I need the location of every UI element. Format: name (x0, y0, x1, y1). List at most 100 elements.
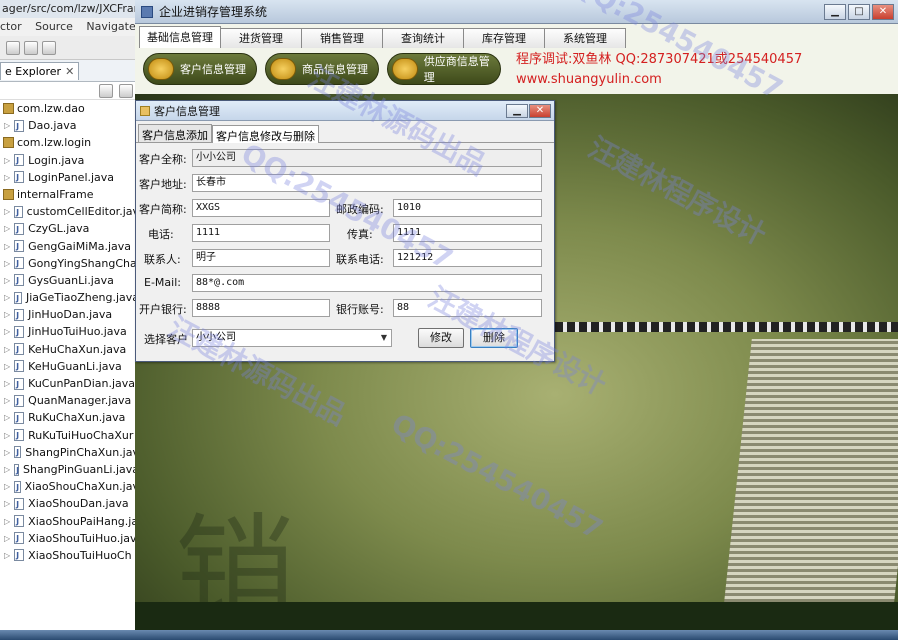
expand-arrow-icon[interactable]: ▷ (4, 152, 10, 169)
tree-package[interactable]: com.lzw.dao (0, 100, 139, 117)
frame-close-button[interactable]: ✕ (529, 103, 551, 118)
tree-file[interactable]: ▷ XiaoShouTuiHuo.jav (0, 530, 139, 547)
tree-file[interactable]: ▷ Login.java (0, 152, 139, 169)
tree-file[interactable]: ▷ LoginPanel.java (0, 169, 139, 186)
expand-arrow-icon[interactable]: ▷ (4, 272, 10, 289)
expand-arrow-icon[interactable]: ▷ (4, 169, 10, 186)
expand-arrow-icon[interactable]: ▷ (4, 255, 10, 272)
collapse-all-icon[interactable] (99, 83, 113, 98)
frame-minimize-button[interactable]: ▁ (506, 103, 528, 118)
java-file-icon (14, 513, 25, 530)
tab-sales[interactable]: 销售管理 (301, 28, 383, 48)
minimize-button[interactable]: ▁ (824, 3, 846, 20)
expand-arrow-icon[interactable]: ▷ (4, 530, 10, 547)
expand-arrow-icon[interactable]: ▷ (4, 375, 10, 392)
run-icon[interactable] (24, 40, 38, 55)
tree-file[interactable]: ▷ KuCunPanDian.java (0, 375, 139, 393)
maximize-button[interactable]: □ (848, 3, 870, 20)
frame-titlebar[interactable]: 客户信息管理 ▁ ✕ (136, 101, 554, 121)
tree-file[interactable]: ▷ QuanManager.java (0, 392, 139, 410)
tree-file[interactable]: ▷ customCellEditor.jav (0, 203, 139, 221)
contact-field[interactable]: 明子 (192, 249, 330, 267)
tree-file[interactable]: ▷ GysGuanLi.java (0, 272, 139, 289)
debug-icon[interactable] (6, 40, 20, 55)
expand-arrow-icon[interactable]: ▷ (4, 358, 10, 375)
tree-file[interactable]: ▷ ShangPinChaXun.jav (0, 444, 139, 461)
tree-file[interactable]: ▷ JiaGeTiaoZheng.java (0, 289, 139, 307)
menu-refactor[interactable]: ctor (0, 20, 22, 33)
tree-file[interactable]: ▷ XiaoShouChaXun.jav (0, 478, 139, 496)
expand-arrow-icon[interactable]: ▷ (4, 444, 10, 461)
tab-basic-info[interactable]: 基础信息管理 (139, 26, 221, 48)
expand-arrow-icon[interactable]: ▷ (4, 461, 10, 478)
postcode-field[interactable]: 1010 (393, 199, 542, 217)
tab-add-customer[interactable]: 客户信息添加 (138, 124, 212, 142)
short-name-field[interactable]: XXGS (192, 199, 330, 217)
tab-purchase[interactable]: 进货管理 (220, 28, 302, 48)
app-titlebar: 企业进销存管理系统 ▁ □ ✕ (135, 0, 898, 24)
email-field[interactable]: 88*@.com (192, 274, 542, 292)
tree-file[interactable]: ▷ JinHuoDan.java (0, 306, 139, 324)
expand-arrow-icon[interactable]: ▷ (4, 392, 10, 409)
tree-file[interactable]: ▷ GongYingShangCha (0, 255, 139, 272)
select-customer-combobox[interactable]: 小小公司 ▼ (192, 329, 392, 347)
expand-arrow-icon[interactable]: ▷ (4, 220, 10, 237)
expand-arrow-icon[interactable]: ▷ (4, 427, 10, 444)
expand-arrow-icon[interactable]: ▷ (4, 306, 10, 323)
product-info-button[interactable]: 商品信息管理 (265, 53, 379, 85)
supplier-info-button[interactable]: 供应商信息管理 (387, 53, 501, 85)
tree-package[interactable]: com.lzw.login (0, 134, 139, 151)
delete-button[interactable]: 删除 (470, 328, 518, 348)
link-editor-icon[interactable] (119, 83, 133, 98)
menu-navigate[interactable]: Navigate (86, 20, 135, 33)
frame-title: 客户信息管理 (154, 104, 220, 118)
select-customer-label: 选择客户 (144, 333, 188, 346)
expand-arrow-icon[interactable]: ▷ (4, 547, 10, 564)
tree-file[interactable]: ▷ Dao.java (0, 117, 139, 135)
fax-field[interactable]: 1111 (393, 224, 542, 242)
contact-phone-field[interactable]: 121212 (393, 249, 542, 267)
expand-arrow-icon[interactable]: ▷ (4, 289, 10, 306)
tree-file[interactable]: ▷ XiaoShouDan.java (0, 495, 139, 513)
customer-info-button[interactable]: 客户信息管理 (143, 53, 257, 85)
tree-file[interactable]: ▷ KeHuChaXun.java (0, 341, 139, 358)
java-file-icon (14, 427, 25, 444)
package-explorer-tab[interactable]: e Explorer ✕ (0, 60, 139, 82)
check-icon[interactable] (42, 40, 56, 55)
tree-item-label: com.lzw.dao (17, 102, 85, 115)
expand-arrow-icon[interactable]: ▷ (4, 341, 10, 358)
expand-arrow-icon[interactable]: ▷ (4, 495, 10, 512)
bank-field[interactable]: 8888 (192, 299, 330, 317)
tab-system[interactable]: 系统管理 (544, 28, 626, 48)
close-button[interactable]: ✕ (872, 3, 894, 20)
modify-button[interactable]: 修改 (418, 328, 464, 348)
tree-file[interactable]: ▷ XiaoShouPaiHang.ja (0, 513, 139, 530)
expand-arrow-icon[interactable]: ▷ (4, 513, 10, 530)
tree-item-label: XiaoShouTuiHuo.jav (28, 531, 137, 545)
tab-query-stats[interactable]: 查询统计 (382, 28, 464, 48)
expand-arrow-icon[interactable]: ▷ (4, 238, 10, 255)
address-field[interactable]: 长春市 (192, 174, 542, 192)
expand-arrow-icon[interactable]: ▷ (4, 478, 10, 495)
tree-file[interactable]: ▷ RuKuTuiHuoChaXur (0, 427, 139, 444)
menu-source[interactable]: Source (35, 20, 73, 33)
close-icon[interactable]: ✕ (65, 65, 74, 78)
account-field[interactable]: 88 (393, 299, 542, 317)
expand-arrow-icon[interactable]: ▷ (4, 117, 10, 134)
phone-field[interactable]: 1111 (192, 224, 330, 242)
tree-file[interactable]: ▷ ShangPinGuanLi.java (0, 461, 139, 479)
tree-file[interactable]: ▷ CzyGL.java (0, 220, 139, 238)
tree-file[interactable]: ▷ RuKuChaXun.java (0, 409, 139, 427)
tab-edit-customer[interactable]: 客户信息修改与删除 (212, 125, 319, 143)
tree-file[interactable]: ▷ KeHuGuanLi.java (0, 358, 139, 375)
expand-arrow-icon[interactable]: ▷ (4, 409, 10, 426)
tree-package[interactable]: internalFrame (0, 186, 139, 203)
eclipse-toolbar (0, 36, 139, 60)
full-name-field[interactable]: 小小公司 (192, 149, 542, 167)
tree-file[interactable]: ▷ JinHuoTuiHuo.java (0, 323, 139, 341)
tree-file[interactable]: ▷ XiaoShouTuiHuoCh (0, 547, 139, 564)
tab-inventory[interactable]: 库存管理 (463, 28, 545, 48)
expand-arrow-icon[interactable]: ▷ (4, 323, 10, 340)
expand-arrow-icon[interactable]: ▷ (4, 203, 10, 220)
tree-file[interactable]: ▷ GengGaiMiMa.java (0, 238, 139, 255)
